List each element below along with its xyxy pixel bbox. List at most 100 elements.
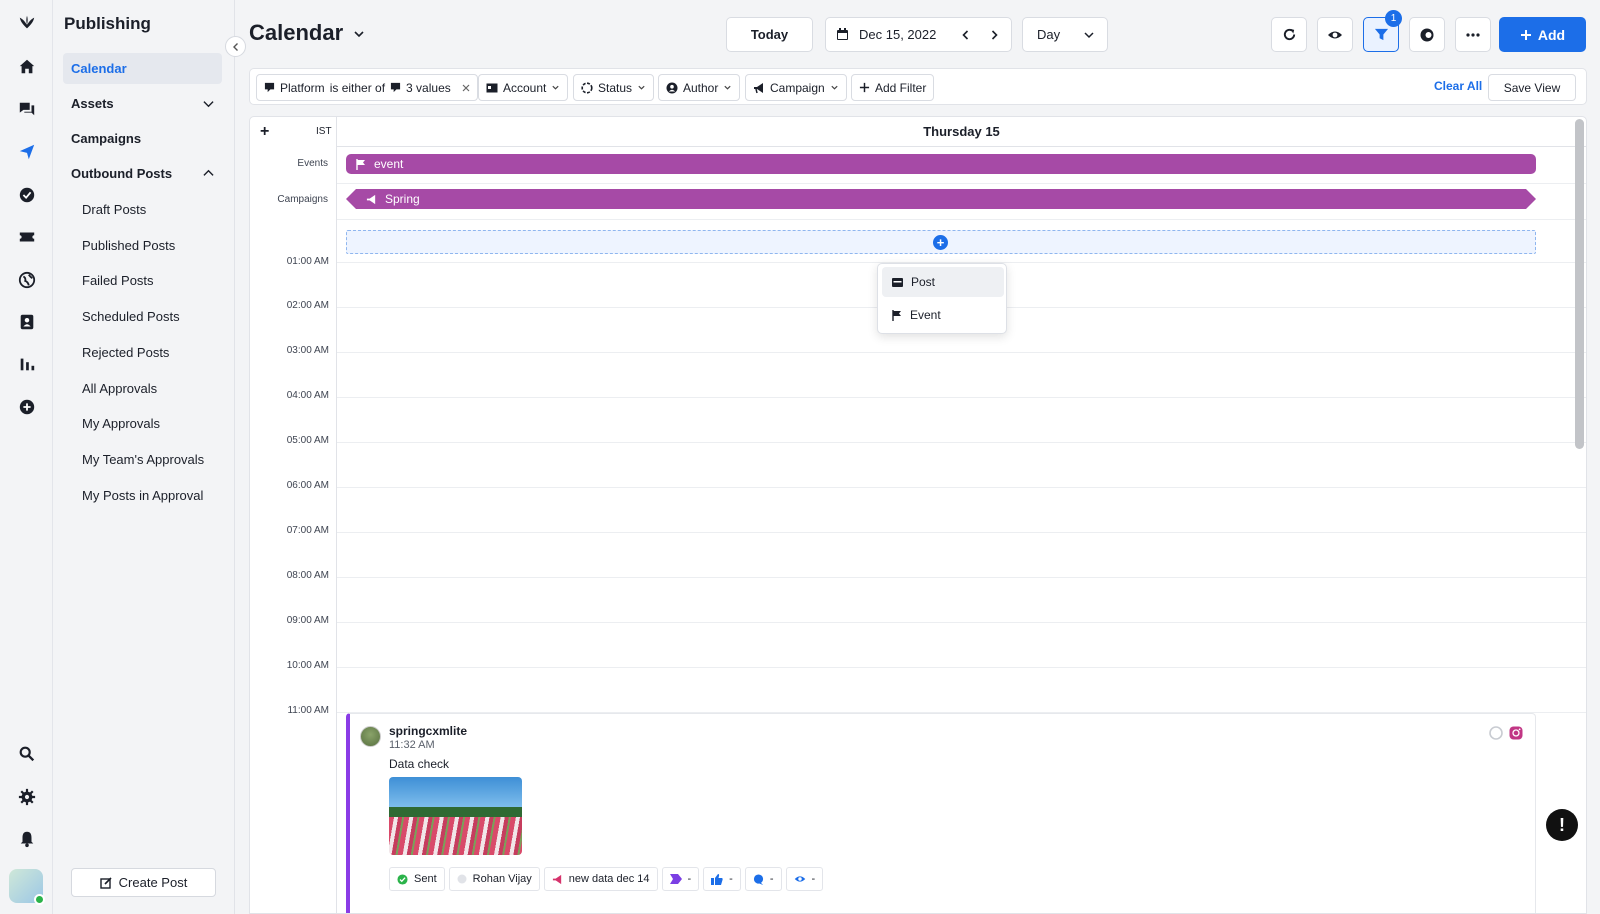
- comments-stat[interactable]: -: [744, 867, 782, 891]
- platform-filter-values: 3 values: [406, 80, 451, 95]
- home-icon[interactable]: [14, 54, 40, 80]
- brand-logo-icon[interactable]: [14, 10, 40, 36]
- sidebar-item-assets[interactable]: Assets: [63, 88, 222, 119]
- tag-stat[interactable]: -: [661, 867, 700, 891]
- add-button[interactable]: Add: [1499, 17, 1586, 52]
- views-stat[interactable]: -: [785, 867, 824, 891]
- menu-item-event[interactable]: Event: [882, 300, 1004, 330]
- status-badge[interactable]: Sent: [389, 867, 445, 891]
- sidebar-subitem-my-teams-approvals[interactable]: My Team's Approvals: [82, 452, 204, 467]
- sidebar-subitem-my-posts-in-approval[interactable]: My Posts in Approval: [82, 488, 203, 503]
- hour-label: 07:00 AM: [286, 525, 329, 536]
- platform-filter-operator: is either of: [329, 80, 386, 95]
- flag-icon: [356, 158, 365, 170]
- globe-icon[interactable]: [14, 267, 40, 293]
- next-day-button[interactable]: [983, 24, 1005, 46]
- sidebar-title: Publishing: [64, 14, 151, 33]
- sidebar-subitem-rejected-posts[interactable]: Rejected Posts: [82, 345, 169, 360]
- sidebar-item-calendar[interactable]: Calendar: [63, 53, 222, 84]
- menu-item-post[interactable]: Post: [882, 267, 1004, 297]
- chevron-down-icon: [1084, 32, 1094, 39]
- hour-label: 06:00 AM: [286, 480, 329, 491]
- network-icons: [1489, 726, 1523, 740]
- sync-button[interactable]: [1409, 17, 1445, 52]
- campaign-filter-chip[interactable]: Campaign: [745, 74, 847, 101]
- status-filter-chip[interactable]: Status: [573, 74, 655, 101]
- sidebar-subitem-published-posts[interactable]: Published Posts: [82, 238, 175, 253]
- chevron-up-icon[interactable]: [203, 168, 214, 179]
- hour-label: 08:00 AM: [286, 570, 329, 581]
- plus-icon: [859, 82, 870, 93]
- collapse-sidebar-button[interactable]: [225, 36, 246, 57]
- today-button[interactable]: Today: [726, 17, 813, 52]
- ticket-icon[interactable]: [14, 224, 40, 250]
- prev-day-button[interactable]: [955, 24, 977, 46]
- vertical-scrollbar[interactable]: [1575, 119, 1584, 449]
- sidebar-item-campaigns[interactable]: Campaigns: [63, 123, 222, 154]
- platform-icon: [390, 82, 401, 93]
- platform-icon: [264, 82, 275, 93]
- user-avatar[interactable]: [9, 869, 45, 905]
- chevron-down-icon[interactable]: [203, 98, 214, 109]
- post-account-name[interactable]: springcxmlite: [389, 724, 467, 738]
- search-icon[interactable]: [14, 741, 40, 767]
- contacts-icon[interactable]: [14, 309, 40, 335]
- sidebar-subitem-failed-posts[interactable]: Failed Posts: [82, 273, 154, 288]
- author-badge[interactable]: Rohan Vijay: [448, 867, 540, 891]
- author-filter-chip[interactable]: Author: [658, 74, 741, 101]
- page-title: Calendar: [249, 20, 344, 45]
- event-name: event: [374, 157, 404, 171]
- row-divider: [337, 219, 1586, 220]
- filter-button[interactable]: 1: [1363, 10, 1402, 52]
- post-card[interactable]: springcxmlite 11:32 AM Data check Sent R…: [346, 713, 1536, 913]
- publishing-sidebar: Publishing Calendar Assets Campaigns Out…: [53, 0, 235, 914]
- more-button[interactable]: [1455, 17, 1491, 52]
- campaign-bar[interactable]: Spring: [346, 189, 1536, 209]
- view-select[interactable]: Day: [1022, 17, 1108, 52]
- hour-line: [337, 667, 1586, 668]
- status-icon: [581, 81, 593, 94]
- time-column: + IST Events Campaigns 01:00 AM 02:00 AM…: [250, 117, 337, 913]
- chevron-down-icon[interactable]: [352, 27, 366, 41]
- close-icon[interactable]: [462, 84, 470, 92]
- tag-stat-value: -: [687, 873, 692, 885]
- sidebar-subitem-scheduled-posts[interactable]: Scheduled Posts: [82, 309, 180, 324]
- publish-icon[interactable]: [14, 139, 40, 165]
- refresh-button[interactable]: [1271, 17, 1307, 52]
- check-circle-icon: [397, 873, 408, 885]
- add-slot-plus-icon[interactable]: +: [933, 235, 948, 250]
- gear-icon[interactable]: [14, 784, 40, 810]
- comment-icon: [753, 873, 763, 885]
- sidebar-subitem-draft-posts[interactable]: Draft Posts: [82, 202, 146, 217]
- account-filter-chip[interactable]: Account: [478, 74, 569, 101]
- analytics-icon[interactable]: [14, 351, 40, 377]
- create-post-button[interactable]: Create Post: [71, 868, 216, 897]
- bell-icon[interactable]: [14, 826, 40, 852]
- app-rail: [0, 0, 53, 914]
- hour-line: [337, 352, 1586, 353]
- preview-button[interactable]: [1317, 17, 1353, 52]
- add-circle-icon[interactable]: [14, 394, 40, 420]
- campaign-badge[interactable]: new data dec 14: [543, 867, 658, 891]
- add-filter-button[interactable]: Add Filter: [851, 74, 935, 101]
- sidebar-item-outbound-posts[interactable]: Outbound Posts: [63, 158, 222, 189]
- new-item-slot[interactable]: +: [346, 230, 1536, 254]
- event-bar[interactable]: event: [346, 154, 1536, 174]
- clear-all-link[interactable]: Clear All: [1434, 79, 1482, 93]
- sidebar-item-label: Calendar: [71, 61, 127, 76]
- add-event-plus-icon[interactable]: +: [260, 123, 269, 141]
- chat-icon[interactable]: [14, 96, 40, 122]
- save-view-button[interactable]: Save View: [1488, 74, 1576, 101]
- hour-line: [337, 622, 1586, 623]
- sidebar-subitem-all-approvals[interactable]: All Approvals: [82, 381, 157, 396]
- post-image[interactable]: [389, 777, 522, 855]
- comments-stat-value: -: [769, 873, 774, 885]
- sidebar-subitem-my-approvals[interactable]: My Approvals: [82, 416, 160, 431]
- platform-filter-chip[interactable]: Platform is either of 3 values: [256, 74, 478, 101]
- hour-label: 05:00 AM: [286, 435, 329, 446]
- help-alert-button[interactable]: !: [1546, 809, 1578, 841]
- approval-icon[interactable]: [14, 182, 40, 208]
- likes-stat[interactable]: -: [703, 867, 741, 891]
- date-picker[interactable]: Dec 15, 2022: [825, 17, 1012, 52]
- top-bar: Calendar Today Dec 15, 2022 Day 1 Add: [236, 0, 1600, 62]
